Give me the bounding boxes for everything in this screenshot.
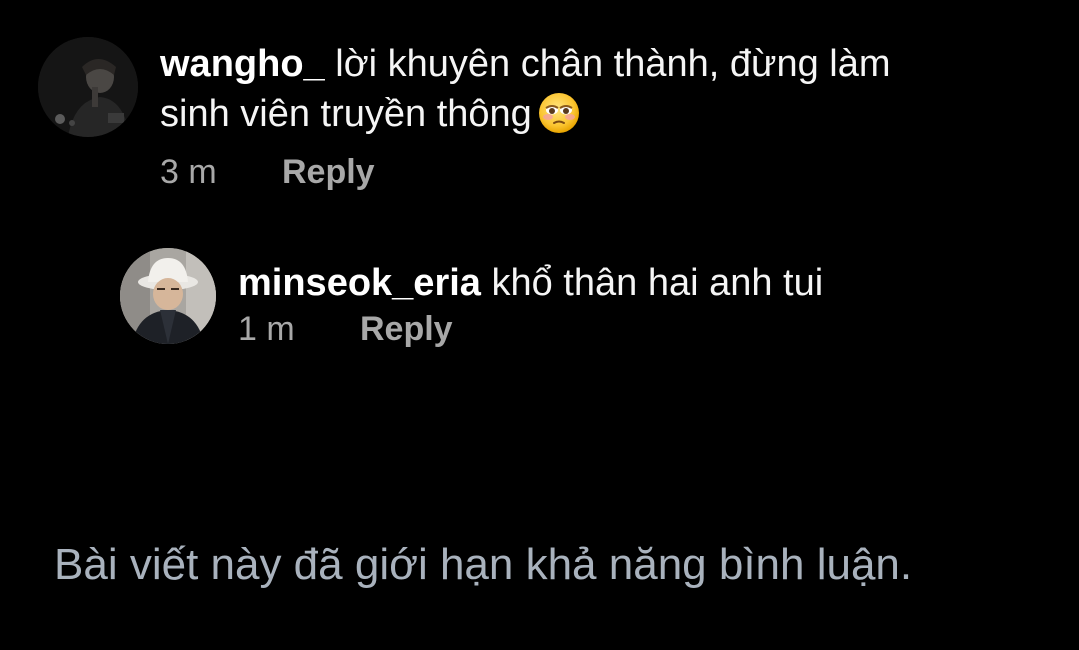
avatar[interactable] bbox=[120, 248, 216, 344]
comment-timestamp: 1 m bbox=[238, 310, 295, 348]
reply-button[interactable]: Reply bbox=[360, 310, 453, 349]
comment-body: khổ thân hai anh tui bbox=[491, 262, 824, 304]
comment-meta: 3 m Reply bbox=[160, 153, 920, 192]
pleading-face-emoji-icon bbox=[538, 92, 580, 147]
comment-reply-item: minseok_eria khổ thân hai anh tui 1 m Re… bbox=[120, 248, 998, 349]
avatar[interactable] bbox=[38, 37, 138, 137]
comment-text: wangho_ lời khuyên chân thành, đừng làm … bbox=[160, 39, 920, 147]
comment-username[interactable]: wangho_ bbox=[160, 43, 325, 85]
reply-button[interactable]: Reply bbox=[282, 153, 375, 192]
comment-timestamp: 3 m bbox=[160, 153, 217, 191]
comment-meta: 1 m Reply bbox=[238, 310, 998, 349]
comment-username[interactable]: minseok_eria bbox=[238, 262, 481, 304]
comment-item: wangho_ lời khuyên chân thành, đừng làm … bbox=[38, 37, 920, 192]
comment-text: minseok_eria khổ thân hai anh tui bbox=[238, 258, 998, 308]
comments-restricted-notice: Bài viết này đã giới hạn khả năng bình l… bbox=[54, 540, 913, 589]
